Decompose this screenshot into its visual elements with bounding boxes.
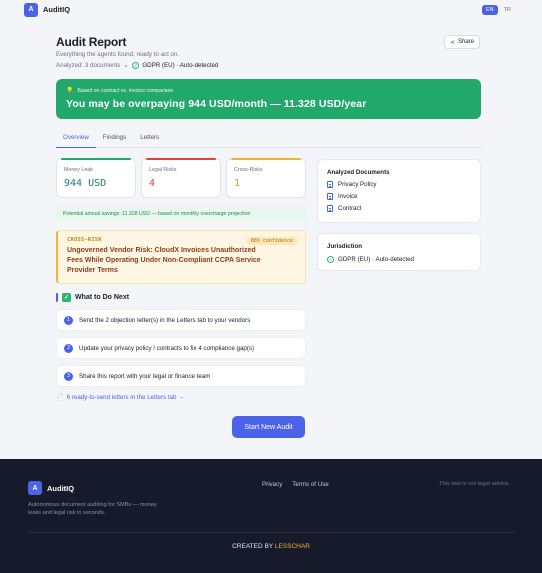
terms-link[interactable]: Terms of Use [292,481,328,488]
top-bar: A AuditIQ EN TR [0,0,542,19]
brand[interactable]: A AuditIQ [24,2,71,17]
banner-headline: You may be overpaying 944 USD/month — 11… [66,98,367,110]
document-item[interactable]: Invoice [327,193,471,200]
share-button[interactable]: ⋖ Share [444,35,480,49]
stat-label: Money Leak [64,167,93,173]
stat-label: Legal Risks [149,167,177,173]
letters-link[interactable]: 📄 6 ready-to-send letters in the Letters… [56,393,185,402]
banner-sub-text: Based on contract vs. invoice comparison [77,87,174,94]
footer-links: Privacy Terms of Use [262,481,329,488]
document-icon [327,181,333,188]
app-name: AuditIQ [43,5,71,14]
next-steps-title: What to Do Next [75,294,130,301]
next-step-item: 1 Send the 2 objection letter(s) in the … [56,309,306,331]
stat-value: 944 USD [64,178,107,189]
check-circle-icon: ✓ [132,62,140,69]
jurisdiction-inline: ✓ GDPR (EU) · Auto-detected [132,62,218,69]
stat-label: Cross-Risks [234,167,263,173]
start-new-audit-button[interactable]: Start New Audit [232,416,305,438]
letters-link-text: 6 ready-to-send letters in the Letters t… [66,393,185,401]
step-number: 1 [64,315,73,325]
banner-subtitle: 💡 Based on contract vs. invoice comparis… [66,87,471,95]
lightbulb-icon: 💡 [66,88,74,94]
step-number: 2 [64,343,73,353]
separator-dot [125,64,128,67]
language-switcher: EN TR [482,4,515,15]
analyzed-count: Analyzed: 3 documents [56,62,121,69]
next-steps-heading: ✓ What to Do Next [56,293,129,302]
tab-overview[interactable]: Overview [56,131,96,148]
share-icon: ⋖ [449,39,455,46]
footer: A AuditIQ Autonomous document auditing f… [0,459,542,573]
checkmark-icon: ✓ [62,293,71,302]
share-label: Share [458,39,475,45]
cross-risk-card[interactable]: CROSS-RISK 88% confidence Ungoverned Ven… [56,230,306,284]
document-icon: 📄 [56,394,64,401]
footer-tagline: Autonomous document auditing for SMBs — … [28,502,157,516]
confidence-badge: 88% confidence [246,237,297,245]
savings-note: Potential annual savings: 11.328 USD — b… [56,207,306,221]
page-title: Audit Report [56,35,127,49]
footer-disclaimer: This tool is not legal advice. [438,481,510,487]
page-subtitle: Everything the agents found, ready to ac… [56,51,180,58]
stat-cross-risks: Cross-Risks 1 [226,158,306,198]
footer-logo: A [28,481,42,495]
lang-en-button[interactable]: EN [482,4,498,15]
credit-name[interactable]: LESSCHAR [275,543,310,550]
footer-brand[interactable]: A AuditIQ [28,481,74,495]
overpay-banner: 💡 Based on contract vs. invoice comparis… [56,79,481,119]
document-icon [327,193,333,200]
stat-money-leak: Money Leak 944 USD [56,158,136,198]
analyzed-documents-card: Analyzed Documents Privacy Policy Invoic… [317,159,481,223]
footer-divider [28,532,514,533]
document-name: Contract [338,205,362,212]
footer-credit: CREATED BY LESSCHAR [0,543,542,550]
document-name: Privacy Policy [338,181,377,188]
step-text: Update your privacy policy / contracts t… [79,344,255,352]
stat-value: 1 [234,178,241,189]
jurisdiction-inline-text: GDPR (EU) · Auto-detected [142,62,219,69]
lang-tr-button[interactable]: TR [500,5,515,15]
footer-app-name: AuditIQ [47,483,75,493]
tab-findings[interactable]: Findings [96,131,133,148]
credit-prefix: CREATED BY [232,543,274,550]
analysis-meta: Analyzed: 3 documents ✓ GDPR (EU) · Auto… [56,62,218,69]
jurisdiction-text: GDPR (EU) · Auto-detected [338,256,414,263]
app-logo: A [24,2,38,17]
card-title: Jurisdiction [327,243,363,250]
step-text: Send the 2 objection letter(s) in the Le… [79,316,251,324]
document-item[interactable]: Contract [327,205,471,212]
privacy-link[interactable]: Privacy [262,481,282,488]
document-item[interactable]: Privacy Policy [327,181,471,188]
tab-letters[interactable]: Letters [133,131,166,148]
check-circle-icon: ✓ [327,256,334,263]
document-name: Invoice [338,193,358,200]
accent-bar [56,293,58,302]
next-step-item: 2 Update your privacy policy / contracts… [56,337,306,359]
next-step-item: 3 Share this report with your legal or f… [56,365,306,387]
jurisdiction-value: ✓ GDPR (EU) · Auto-detected [327,256,471,263]
jurisdiction-card: Jurisdiction ✓ GDPR (EU) · Auto-detected [317,233,481,271]
stat-legal-risks: Legal Risks 4 [141,158,221,198]
card-title: Analyzed Documents [327,169,390,176]
stat-value: 4 [149,178,156,189]
step-number: 3 [64,371,73,381]
document-icon [327,205,333,212]
risk-title: Ungoverned Vendor Risk: CloudX Invoices … [67,247,261,274]
report-tabs: Overview Findings Letters [56,131,481,148]
step-text: Share this report with your legal or fin… [79,372,211,380]
